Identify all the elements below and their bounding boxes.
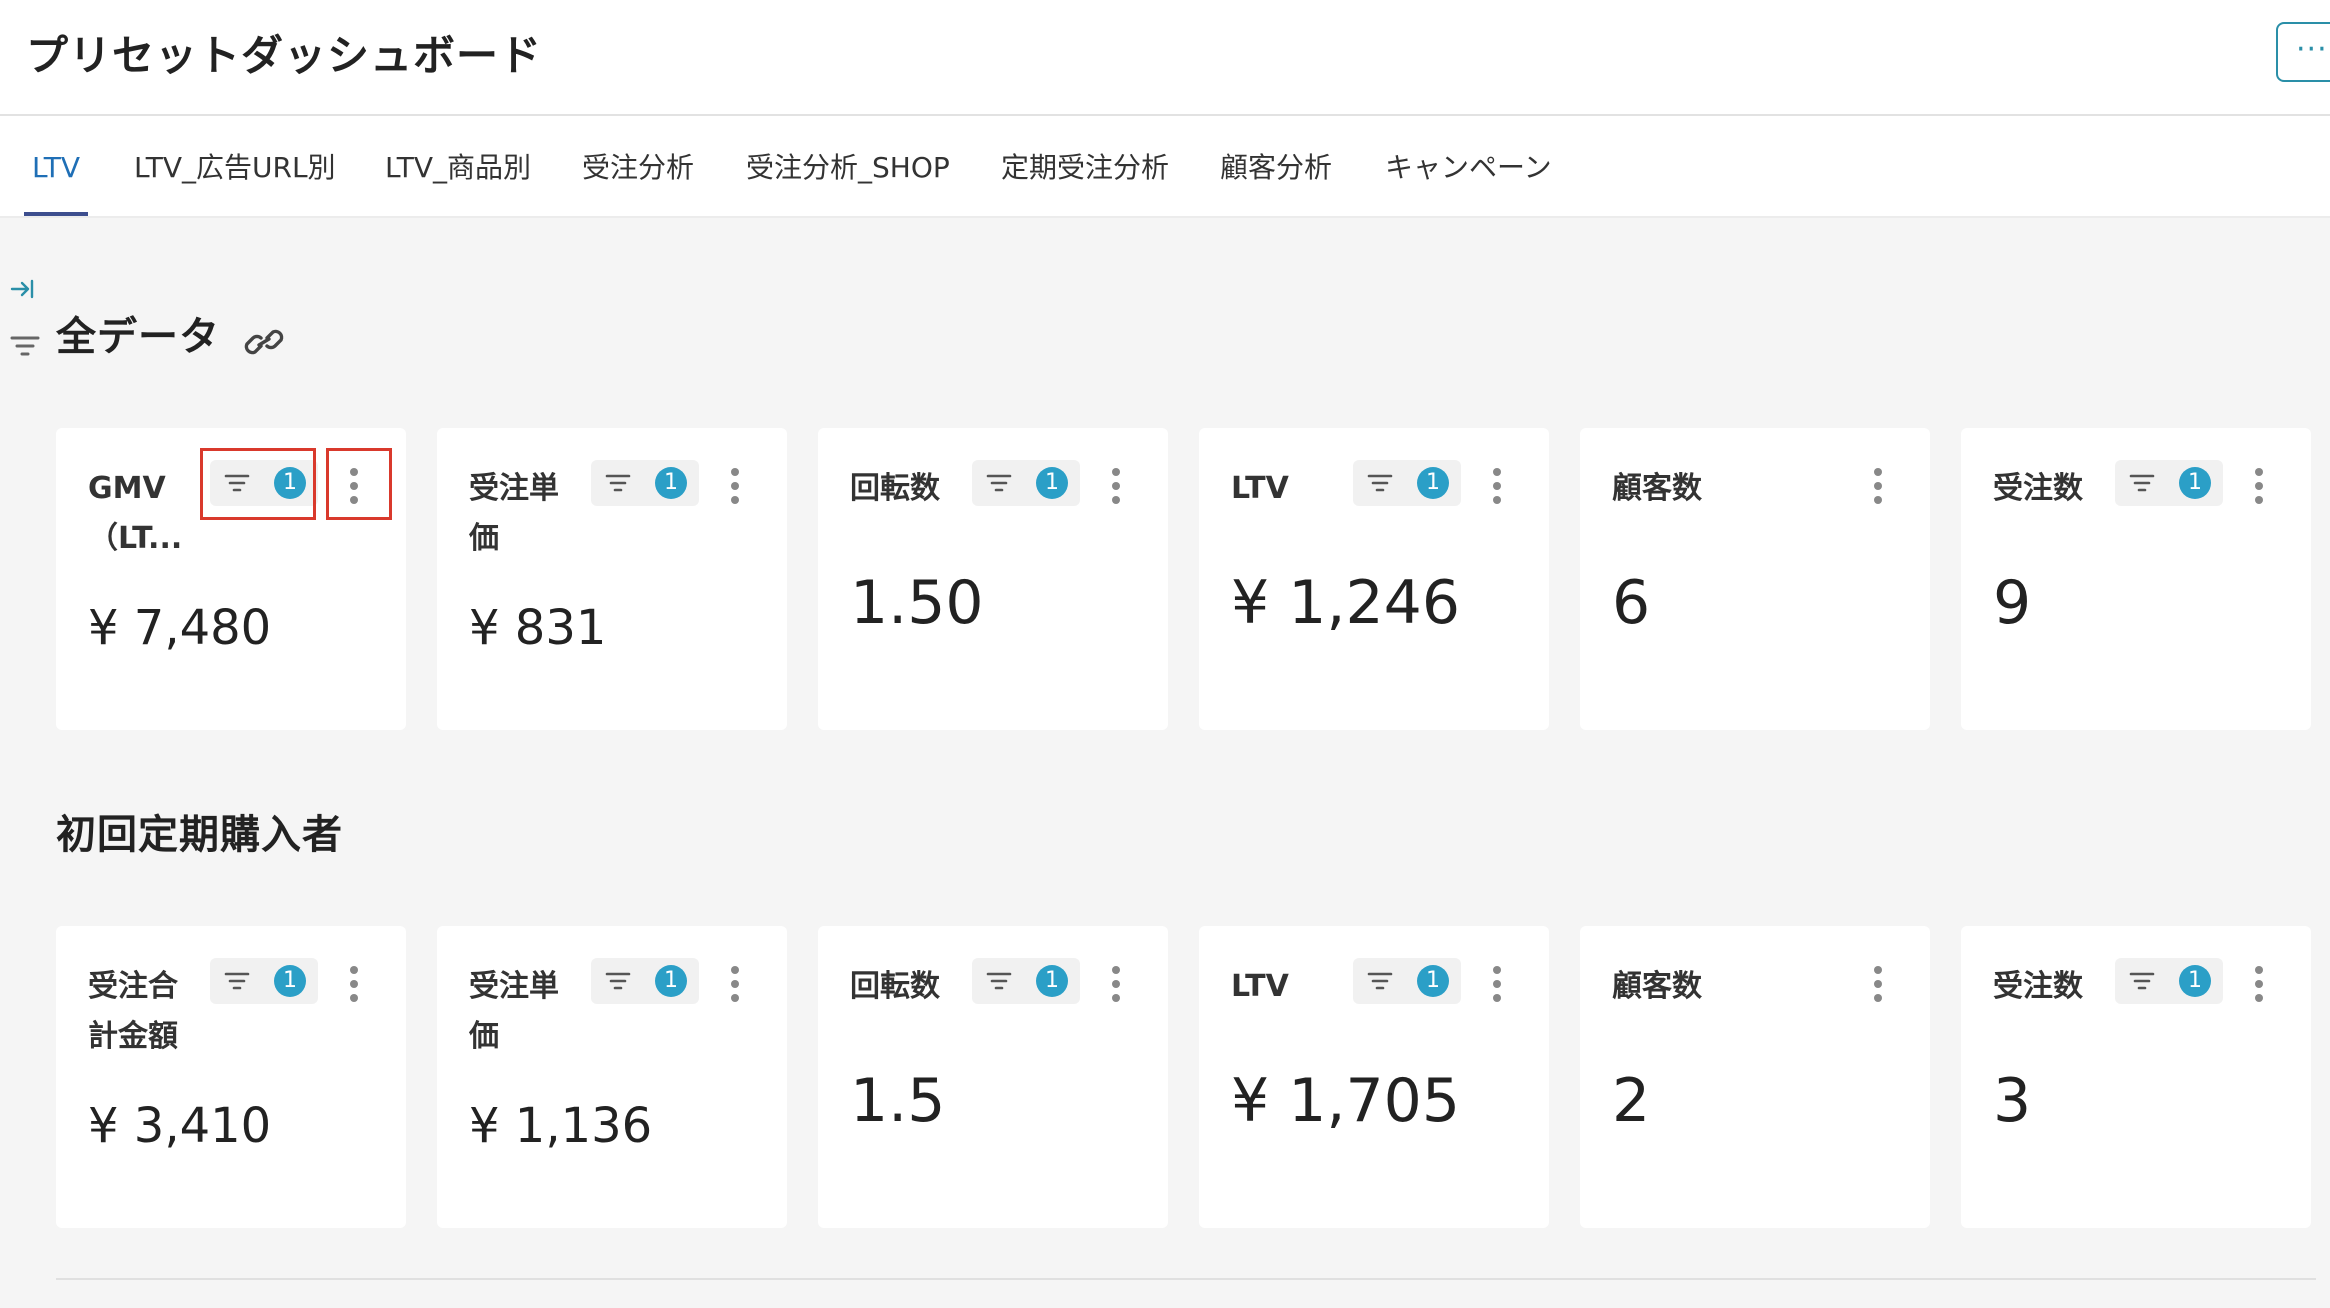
filter-chip[interactable]: 1: [1353, 958, 1461, 1004]
more-vert-icon[interactable]: [729, 966, 741, 1002]
filter-count-badge: 1: [655, 467, 687, 499]
filter-chip[interactable]: 1: [2115, 460, 2223, 506]
filter-icon: [224, 474, 250, 492]
filter-count-badge: 1: [1036, 467, 1068, 499]
filter-icon: [2129, 972, 2155, 990]
more-vert-icon[interactable]: [348, 966, 360, 1002]
card-label: GMV（LT...: [88, 471, 183, 556]
card-value: 6: [1612, 568, 1651, 638]
more-vert-icon[interactable]: [729, 468, 741, 504]
filter-icon: [986, 474, 1012, 492]
card-value: 2: [1612, 1066, 1651, 1136]
filter-count-badge: 1: [2179, 467, 2211, 499]
filter-icon: [224, 972, 250, 990]
metric-card-turnover: 回転数 1 1.5: [818, 926, 1168, 1228]
filter-chip[interactable]: 1: [972, 958, 1080, 1004]
tab-ltv[interactable]: LTV: [23, 116, 89, 216]
metric-card-ltv: LTV 1 ¥ 1,246: [1199, 428, 1549, 730]
card-label: 受注単価: [469, 969, 559, 1054]
tab-ltv-ad-url[interactable]: LTV_広告URL別: [134, 116, 336, 216]
section-title-first-subscription: 初回定期購入者: [56, 812, 343, 858]
card-label: 顧客数: [1612, 471, 1702, 506]
filter-icon: [605, 972, 631, 990]
metric-card-turnover: 回転数 1 1.50: [818, 428, 1168, 730]
page-title: プリセットダッシュボード: [26, 31, 543, 80]
card-value: 9: [1993, 568, 2032, 638]
filter-icon: [1367, 972, 1393, 990]
filter-count-badge: 1: [1036, 965, 1068, 997]
card-value: 1.5: [850, 1066, 946, 1136]
metric-card-gmv: GMV（LT... 1 ¥ 7,480: [56, 428, 406, 730]
filter-count-badge: 1: [1417, 965, 1449, 997]
filter-chip[interactable]: 1: [210, 460, 318, 506]
tab-order-analysis[interactable]: 受注分析: [582, 116, 694, 216]
tab-subscription-order-analysis[interactable]: 定期受注分析: [1001, 116, 1169, 216]
filter-count-badge: 1: [274, 965, 306, 997]
section-title-all-data: 全データ: [56, 314, 220, 360]
filter-chip[interactable]: 1: [591, 460, 699, 506]
filter-chip[interactable]: 1: [210, 958, 318, 1004]
filter-count-badge: 1: [1417, 467, 1449, 499]
link-icon[interactable]: [244, 324, 284, 360]
filter-count-badge: 1: [655, 965, 687, 997]
tab-campaign[interactable]: キャンペーン: [1385, 116, 1552, 216]
more-options-label: ···: [2296, 32, 2328, 67]
filter-chip[interactable]: 1: [591, 958, 699, 1004]
filter-icon: [1367, 474, 1393, 492]
more-vert-icon[interactable]: [2253, 966, 2265, 1002]
filter-chip[interactable]: 1: [1353, 460, 1461, 506]
filter-chip[interactable]: 1: [972, 460, 1080, 506]
card-label: 受注合計金額: [88, 969, 178, 1054]
more-vert-icon[interactable]: [1872, 966, 1884, 1002]
more-vert-icon[interactable]: [1491, 966, 1503, 1002]
filter-icon[interactable]: [10, 334, 40, 358]
more-vert-icon[interactable]: [2253, 468, 2265, 504]
more-vert-icon[interactable]: [1110, 468, 1122, 504]
more-vert-icon[interactable]: [1110, 966, 1122, 1002]
card-value: 3: [1993, 1066, 2032, 1136]
filter-count-badge: 1: [274, 467, 306, 499]
card-value: ¥ 3,410: [88, 1098, 272, 1154]
card-label: 受注単価: [469, 471, 559, 556]
metric-card-customers: 顧客数 2: [1580, 926, 1930, 1228]
metric-card-orders: 受注数 1 9: [1961, 428, 2311, 730]
tab-bar: LTV LTV_広告URL別 LTV_商品別 受注分析 受注分析_SHOP 定期…: [0, 116, 2330, 218]
filter-icon: [605, 474, 631, 492]
metric-card-order-unit-price: 受注単価 1 ¥ 1,136: [437, 926, 787, 1228]
metric-card-order-unit-price: 受注単価 1 ¥ 831: [437, 428, 787, 730]
more-vert-icon[interactable]: [1872, 468, 1884, 504]
card-value: ¥ 831: [469, 600, 607, 656]
more-vert-icon[interactable]: [1491, 468, 1503, 504]
metric-card-customers: 顧客数 6: [1580, 428, 1930, 730]
tab-order-analysis-shop[interactable]: 受注分析_SHOP: [746, 116, 950, 216]
tab-customer-analysis[interactable]: 顧客分析: [1220, 116, 1332, 216]
filter-chip[interactable]: 1: [2115, 958, 2223, 1004]
more-options-button[interactable]: ···: [2276, 22, 2330, 82]
filter-icon: [986, 972, 1012, 990]
expand-sidebar-icon[interactable]: [10, 276, 36, 302]
card-value: ¥ 1,705: [1231, 1066, 1461, 1136]
card-value: 1.50: [850, 568, 984, 638]
card-value: ¥ 7,480: [88, 600, 272, 656]
filter-count-badge: 1: [2179, 965, 2211, 997]
card-value: ¥ 1,246: [1231, 568, 1461, 638]
tab-ltv-product[interactable]: LTV_商品別: [385, 116, 531, 216]
filter-icon: [2129, 474, 2155, 492]
header: プリセットダッシュボード ···: [0, 0, 2330, 116]
more-vert-icon[interactable]: [348, 468, 360, 504]
metric-card-ltv: LTV 1 ¥ 1,705: [1199, 926, 1549, 1228]
metric-card-orders: 受注数 1 3: [1961, 926, 2311, 1228]
metric-card-order-total: 受注合計金額 1 ¥ 3,410: [56, 926, 406, 1228]
card-label: 顧客数: [1612, 969, 1702, 1004]
section-divider: [56, 1278, 2316, 1280]
card-value: ¥ 1,136: [469, 1098, 653, 1154]
